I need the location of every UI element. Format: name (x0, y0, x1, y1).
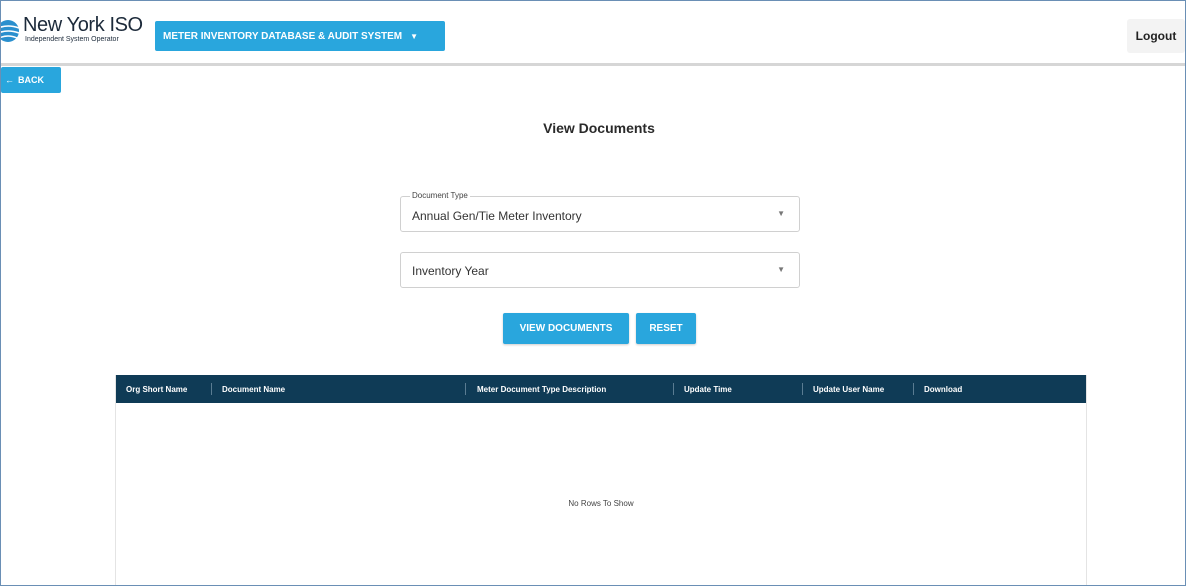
column-separator[interactable] (802, 383, 803, 395)
column-header-label: Download (924, 384, 963, 394)
arrow-left-icon: ← (5, 75, 14, 85)
inventory-year-select[interactable]: Inventory Year ▼ (400, 252, 800, 288)
column-header-update-user-name[interactable]: Update User Name (813, 375, 913, 403)
logout-label: Logout (1135, 29, 1177, 43)
column-header-label: Document Name (222, 384, 286, 394)
nyiso-globe-logo-icon (1, 20, 20, 42)
column-header-document-name[interactable]: Document Name (222, 375, 462, 403)
logo-subtitle: Independent System Operator (25, 36, 119, 43)
column-header-meter-document-type-description[interactable]: Meter Document Type Description (477, 375, 677, 403)
column-header-label: Meter Document Type Description (477, 384, 607, 394)
column-separator[interactable] (465, 383, 466, 395)
top-bar: New York ISO Independent System Operator… (1, 1, 1185, 66)
system-menu-label: METER INVENTORY DATABASE & AUDIT SYSTEM (163, 30, 403, 42)
view-documents-label: VIEW DOCUMENTS (519, 323, 613, 334)
column-header-download[interactable]: Download (924, 375, 1014, 403)
dropdown-arrow-icon: ▼ (777, 209, 785, 218)
column-header-label: Update User Name (813, 384, 885, 394)
column-header-label: Update Time (684, 384, 732, 394)
dropdown-arrow-icon: ▼ (777, 265, 785, 274)
inventory-year-value: Inventory Year (412, 264, 489, 278)
document-type-select[interactable]: Document Type Annual Gen/Tie Meter Inven… (400, 191, 800, 232)
logo-title: New York ISO (23, 14, 143, 36)
caret-down-icon: ▼ (410, 31, 419, 41)
view-documents-button[interactable]: VIEW DOCUMENTS (503, 313, 629, 344)
column-separator[interactable] (913, 383, 914, 395)
column-separator[interactable] (673, 383, 674, 395)
system-menu-button[interactable]: METER INVENTORY DATABASE & AUDIT SYSTEM … (155, 21, 445, 51)
back-label: BACK (18, 75, 44, 85)
no-rows-message: No Rows To Show (568, 499, 634, 508)
page-title: View Documents (543, 120, 655, 136)
column-header-org-short-name[interactable]: Org Short Name (126, 375, 214, 403)
logo-text: New York ISO Independent System Operator (23, 15, 143, 44)
app-window: New York ISO Independent System Operator… (0, 0, 1186, 586)
column-separator[interactable] (211, 383, 212, 395)
documents-grid: Org Short Name Document Name Meter Docum… (115, 375, 1087, 585)
document-type-legend: Document Type (410, 191, 470, 200)
column-header-update-time[interactable]: Update Time (684, 375, 794, 403)
column-header-label: Org Short Name (126, 384, 188, 394)
logout-button[interactable]: Logout (1127, 19, 1185, 53)
reset-button[interactable]: RESET (636, 313, 696, 344)
document-type-value: Annual Gen/Tie Meter Inventory (412, 209, 582, 223)
reset-label: RESET (649, 323, 683, 334)
grid-header: Org Short Name Document Name Meter Docum… (116, 375, 1086, 403)
back-button[interactable]: ← BACK (1, 67, 61, 93)
nyiso-logo[interactable]: New York ISO Independent System Operator (1, 15, 143, 51)
